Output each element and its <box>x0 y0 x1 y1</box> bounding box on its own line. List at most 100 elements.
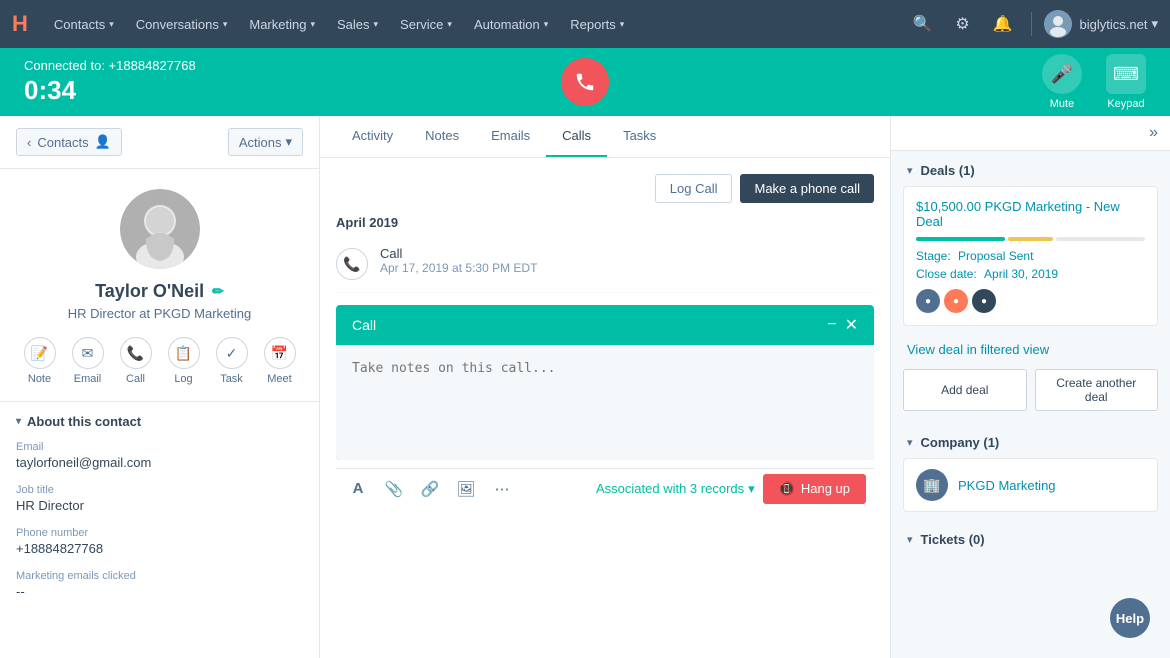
top-navigation: H Contacts ▾ Conversations ▾ Marketing ▾… <box>0 0 1170 48</box>
tabs-bar: Activity Notes Emails Calls Tasks <box>320 116 890 158</box>
call-popup-controls: − ✕ <box>827 315 858 335</box>
tab-tasks[interactable]: Tasks <box>607 116 672 157</box>
company-card: 🏢 PKGD Marketing <box>903 458 1158 512</box>
close-call-popup-button[interactable]: ✕ <box>845 315 858 335</box>
help-button[interactable]: Help <box>1110 598 1150 638</box>
nav-item-sales[interactable]: Sales ▾ <box>327 11 388 38</box>
tab-calls[interactable]: Calls <box>546 116 607 157</box>
about-section-header[interactable]: ▾ About this contact <box>16 414 303 429</box>
nav-divider <box>1031 12 1032 36</box>
settings-button[interactable]: ⚙ <box>947 8 979 40</box>
call-popup-header: Call − ✕ <box>336 305 874 345</box>
deal-name-link[interactable]: $10,500.00 PKGD Marketing - New Deal <box>916 199 1145 229</box>
add-deal-button[interactable]: Add deal <box>903 369 1027 411</box>
center-content: Activity Notes Emails Calls Tasks Log Ca… <box>320 116 890 658</box>
contact-title: HR Director at PKGD Marketing <box>68 306 252 321</box>
back-to-contacts-button[interactable]: ‹ Contacts 👤 <box>16 128 122 156</box>
right-sidebar-header: » <box>891 116 1170 151</box>
search-button[interactable]: 🔍 <box>907 8 939 40</box>
about-section: ▾ About this contact Email taylorfoneil@… <box>0 402 319 625</box>
tab-emails[interactable]: Emails <box>475 116 546 157</box>
mute-button[interactable]: 🎤 Mute <box>1042 54 1082 110</box>
task-icon: ✓ <box>216 337 248 369</box>
chevron-down-icon: ▾ <box>374 19 379 30</box>
company-section-header[interactable]: ▾ Company (1) <box>891 423 1170 458</box>
note-icon: 📝 <box>24 337 56 369</box>
log-call-button[interactable]: Log Call <box>655 174 733 203</box>
meet-icon: 📅 <box>264 337 296 369</box>
call-popup: Call − ✕ <box>336 305 874 460</box>
deal-progress-bar <box>916 237 1145 241</box>
image-icon[interactable]: 🖼 <box>452 475 480 503</box>
call-bar-info: Connected to: +18884827768 0:34 <box>24 58 398 106</box>
connected-label: Connected to: +18884827768 <box>24 58 398 73</box>
avatar[interactable] <box>1044 10 1072 38</box>
deal-owner-avatar-1: ● <box>916 289 940 313</box>
deal-avatars: ● ● ● <box>916 289 1145 313</box>
nav-item-reports[interactable]: Reports ▾ <box>560 11 634 38</box>
person-icon: 👤 <box>95 134 111 150</box>
tickets-section-header[interactable]: ▾ Tickets (0) <box>891 520 1170 555</box>
deal-close-date: Close date: April 30, 2019 <box>916 267 1145 281</box>
edit-contact-icon[interactable]: ✏ <box>212 283 224 300</box>
marketing-emails-field: Marketing emails clicked -- <box>16 570 303 599</box>
log-button[interactable]: 📋 Log <box>168 337 200 385</box>
create-another-deal-button[interactable]: Create another deal <box>1035 369 1159 411</box>
hang-up-button[interactable]: 📵 Hang up <box>763 474 866 504</box>
tab-notes[interactable]: Notes <box>409 116 475 157</box>
call-notes-input[interactable] <box>352 361 858 441</box>
nav-right-actions: 🔍 ⚙ 🔔 biglytics.net ▾ <box>907 8 1158 40</box>
make-phone-call-button[interactable]: Make a phone call <box>740 174 874 203</box>
meet-button[interactable]: 📅 Meet <box>264 337 296 385</box>
deal-stage-link[interactable]: Proposal Sent <box>958 249 1033 263</box>
chevron-down-icon: ▾ <box>907 164 913 177</box>
call-popup-title: Call <box>352 317 376 333</box>
note-button[interactable]: 📝 Note <box>24 337 56 385</box>
call-bar-center <box>398 58 772 106</box>
main-layout: ‹ Contacts 👤 Actions ▾ Taylor O'Ne <box>0 116 1170 658</box>
task-button[interactable]: ✓ Task <box>216 337 248 385</box>
view-deal-link[interactable]: View deal in filtered view <box>891 338 1170 365</box>
company-name-link[interactable]: PKGD Marketing <box>958 478 1056 493</box>
notifications-button[interactable]: 🔔 <box>987 8 1019 40</box>
nav-menu: Contacts ▾ Conversations ▾ Marketing ▾ S… <box>44 11 907 38</box>
collapse-sidebar-button[interactable]: » <box>1149 124 1158 142</box>
chevron-down-icon: ▾ <box>620 19 625 30</box>
sidebar-header: ‹ Contacts 👤 Actions ▾ <box>0 116 319 169</box>
minimize-call-popup-button[interactable]: − <box>827 315 836 335</box>
associated-records-badge[interactable]: Associated with 3 records ▾ <box>596 481 755 497</box>
log-icon: 📋 <box>168 337 200 369</box>
keypad-button[interactable]: ⌨ Keypad <box>1106 54 1146 110</box>
tab-activity[interactable]: Activity <box>336 116 409 157</box>
actions-dropdown-button[interactable]: Actions ▾ <box>228 128 303 156</box>
nav-item-service[interactable]: Service ▾ <box>390 11 462 38</box>
text-format-icon[interactable]: A <box>344 475 372 503</box>
nav-item-contacts[interactable]: Contacts ▾ <box>44 11 124 38</box>
hubspot-logo[interactable]: H <box>12 11 28 37</box>
deals-section-header[interactable]: ▾ Deals (1) <box>891 151 1170 186</box>
nav-item-marketing[interactable]: Marketing ▾ <box>239 11 325 38</box>
email-button[interactable]: ✉ Email <box>72 337 104 385</box>
back-arrow-icon: ‹ <box>27 135 31 150</box>
chevron-down-icon: ▾ <box>1151 16 1158 32</box>
account-menu[interactable]: biglytics.net ▾ <box>1080 16 1158 32</box>
nav-item-automation[interactable]: Automation ▾ <box>464 11 558 38</box>
progress-segment-2 <box>1008 237 1053 241</box>
right-sidebar: » ▾ Deals (1) $10,500.00 PKGD Marketing … <box>890 116 1170 658</box>
attachment-icon[interactable]: 📎 <box>380 475 408 503</box>
more-icon[interactable]: ⋯ <box>488 475 516 503</box>
chevron-down-icon: ▾ <box>109 19 114 30</box>
chevron-down-icon: ▾ <box>748 481 755 497</box>
call-button[interactable]: 📞 Call <box>120 337 152 385</box>
call-bar-right-actions: 🎤 Mute ⌨ Keypad <box>772 54 1146 110</box>
mute-icon: 🎤 <box>1042 54 1082 94</box>
nav-item-conversations[interactable]: Conversations ▾ <box>126 11 238 38</box>
deals-section-title: Deals (1) <box>921 163 975 178</box>
end-call-button[interactable] <box>561 58 609 106</box>
keypad-icon: ⌨ <box>1106 54 1146 94</box>
phone-hangup-icon: 📵 <box>779 481 795 497</box>
deal-action-row: Add deal Create another deal <box>891 365 1170 423</box>
deal-stage: Stage: Proposal Sent <box>916 249 1145 263</box>
link-icon[interactable]: 🔗 <box>416 475 444 503</box>
call-entry: 📞 Call Apr 17, 2019 at 5:30 PM EDT <box>336 246 874 293</box>
